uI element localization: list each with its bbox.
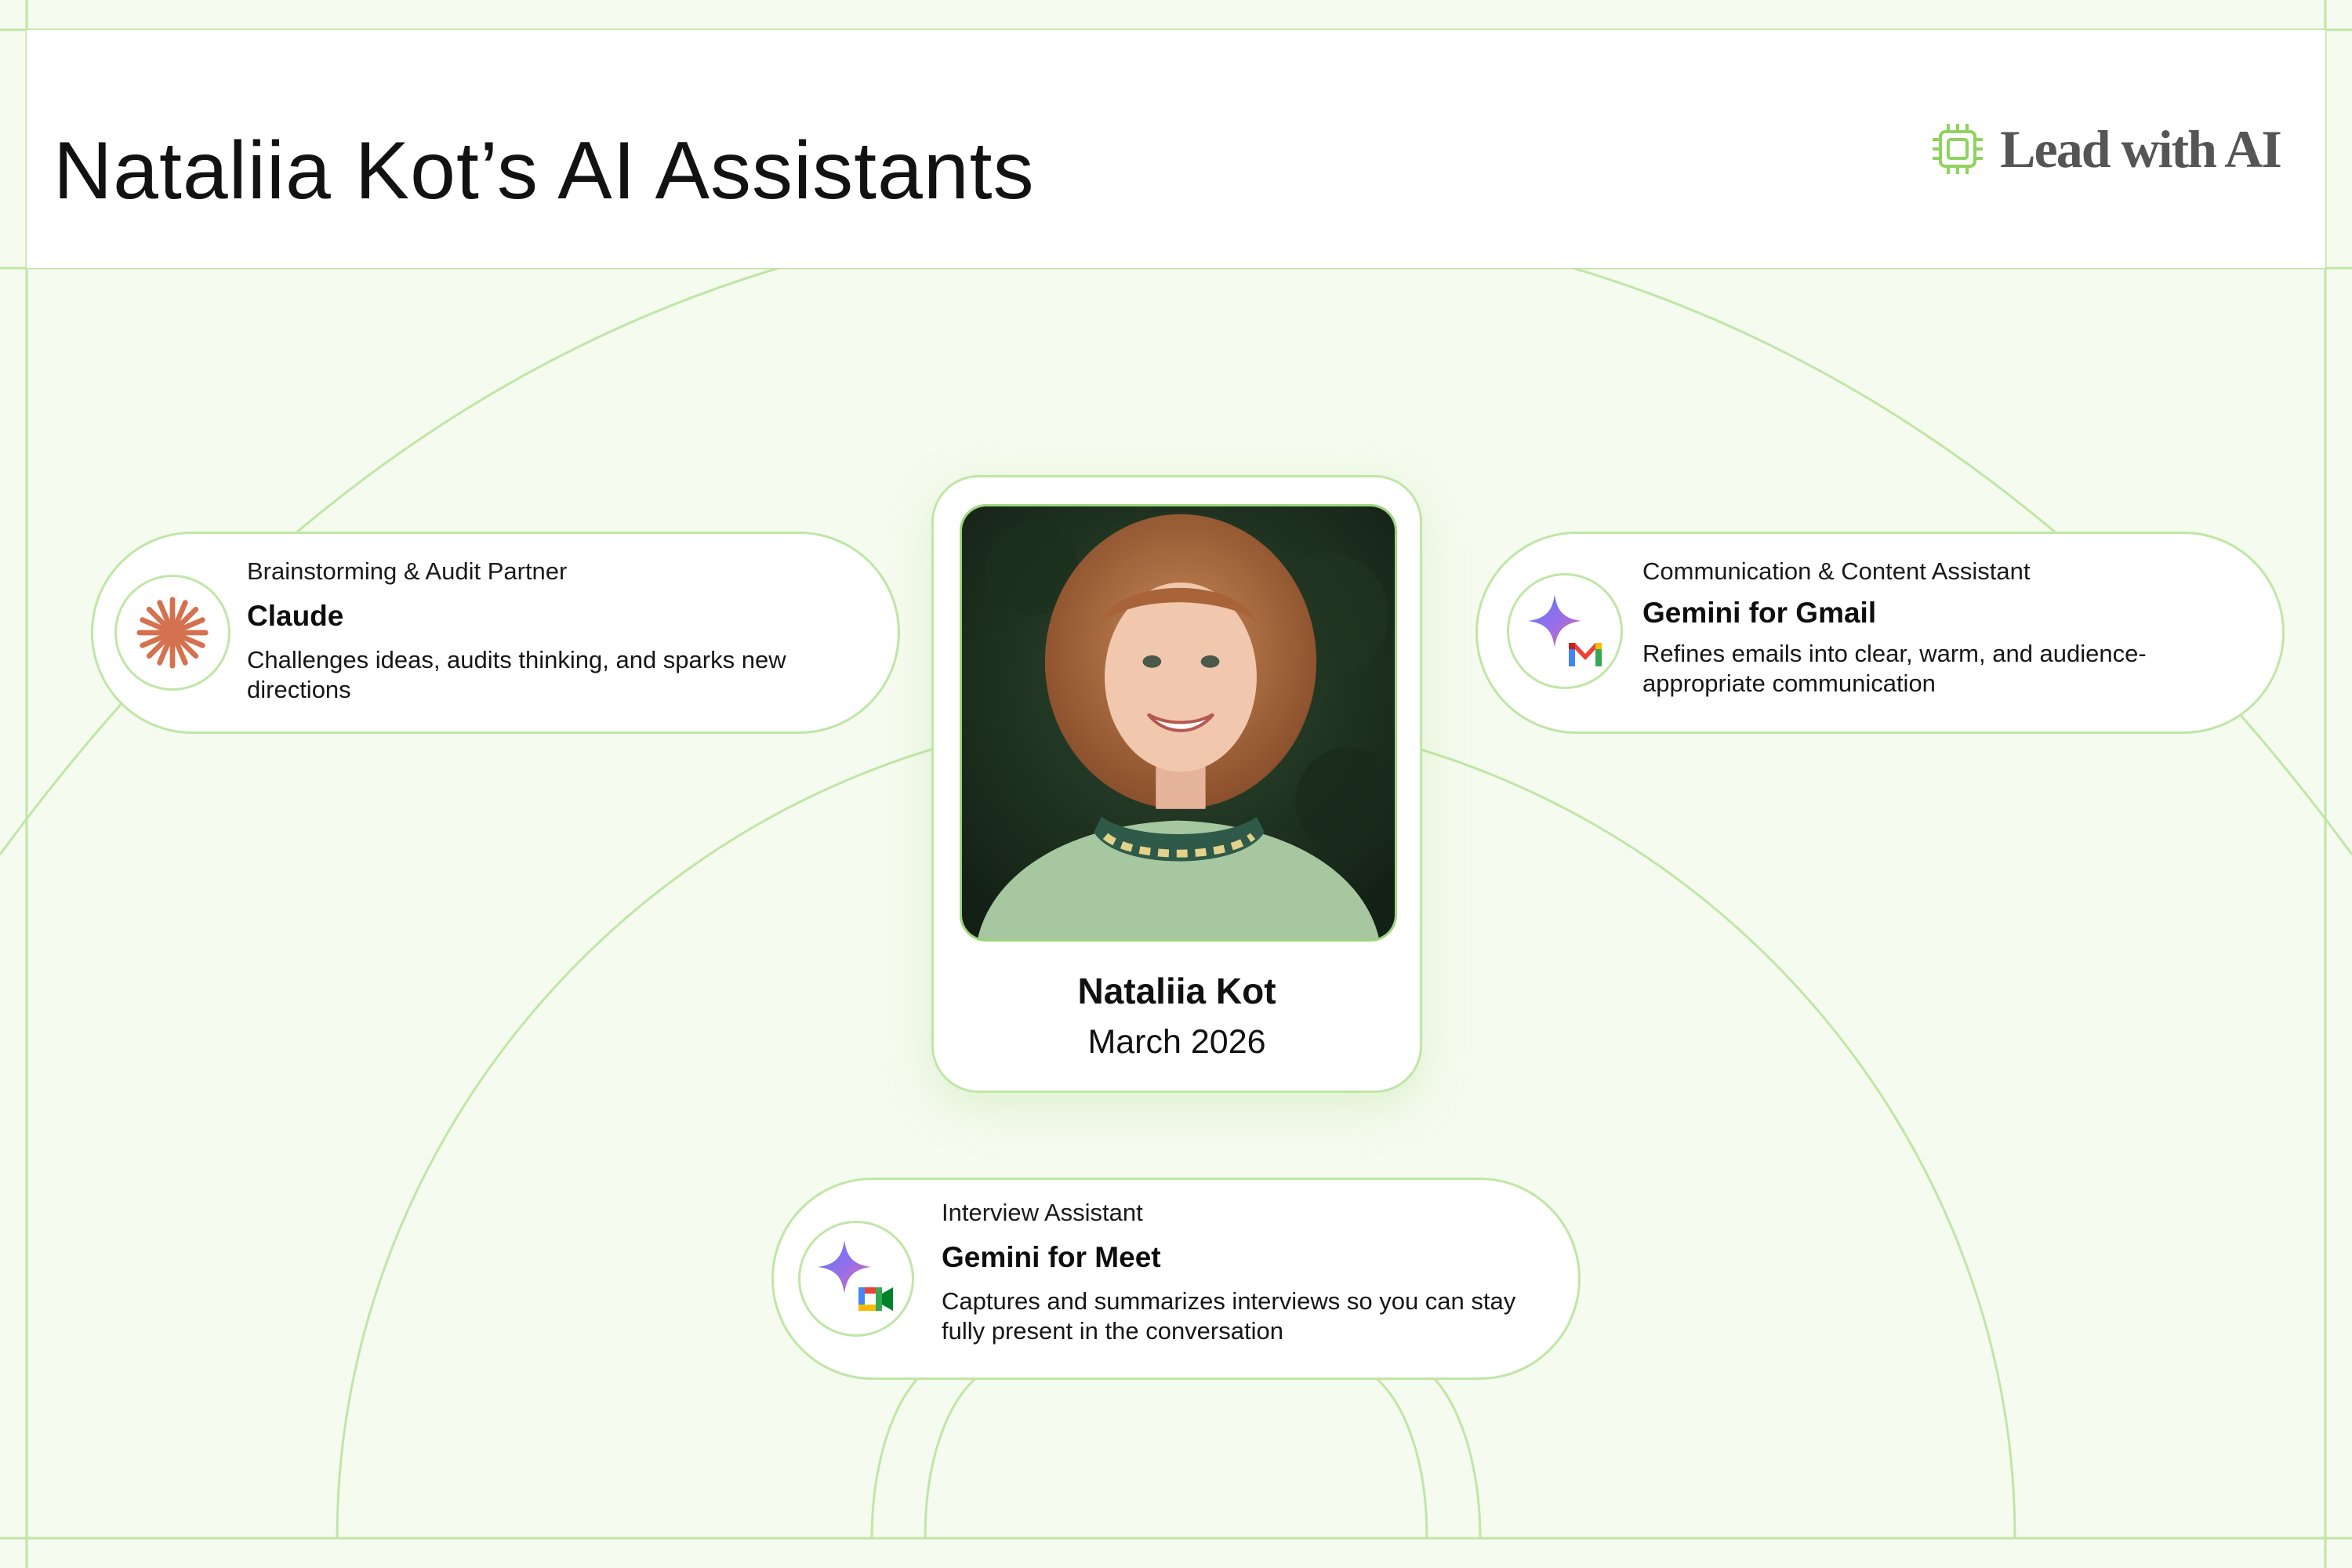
brand-logo[interactable]: Lead with AI (1886, 30, 2325, 268)
profile-name: Nataliia Kot (1077, 971, 1276, 1011)
assistant-description: Captures and summarizes interviews so yo… (942, 1287, 1516, 1345)
chip-icon (1933, 124, 1984, 174)
gemini-gmail-icon (1528, 594, 1602, 666)
brand-name: Lead with AI (2000, 118, 2282, 179)
assistant-card-gemini-meet[interactable]: Interview Assistant Gemini for Meet Capt… (771, 1178, 1581, 1380)
assistant-name: Gemini for Meet (942, 1241, 1161, 1273)
profile-card: Nataliia Kot March 2026 (931, 475, 1422, 1093)
assistant-name: Claude (247, 600, 344, 632)
assistant-name: Gemini for Gmail (1642, 597, 1877, 629)
page-title: Nataliia Kot’s AI Assistants (53, 125, 1035, 216)
header-bar: Nataliia Kot’s AI Assistants Lead with A… (27, 30, 2325, 268)
assistant-category: Brainstorming & Audit Partner (247, 557, 568, 585)
profile-date: March 2026 (1087, 1023, 1266, 1061)
claude-logo-icon (136, 597, 209, 669)
assistant-card-claude[interactable]: Brainstorming & Audit Partner Claude Cha… (91, 532, 900, 734)
assistant-category: Interview Assistant (942, 1199, 1143, 1226)
assistant-category: Communication & Content Assistant (1642, 557, 2031, 585)
assistant-icon-ring (114, 575, 230, 691)
assistant-description: Challenges ideas, audits thinking, and s… (247, 646, 786, 703)
assistant-description: Refines emails into clear, warm, and aud… (1642, 640, 2147, 697)
assistant-icon-ring (798, 1221, 914, 1337)
assistant-icon-ring (1507, 573, 1623, 689)
gemini-meet-icon (818, 1240, 893, 1311)
profile-photo (960, 504, 1397, 942)
assistant-card-gemini-gmail[interactable]: Communication & Content Assistant Gemini… (1475, 532, 2285, 734)
